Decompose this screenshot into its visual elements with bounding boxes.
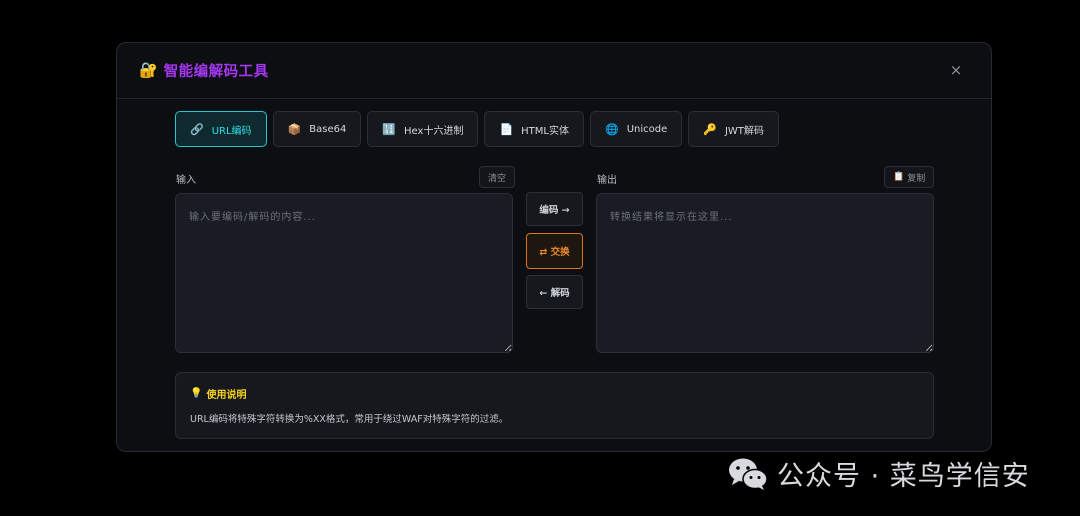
encoding-tabs: 🔗 URL编码 📦 Base64 🔢 Hex十六进制 📄 HTML实体 🌐 Un… (175, 111, 779, 147)
tab-jwt-decode[interactable]: 🔑 JWT解码 (688, 111, 779, 147)
lightbulb-icon: 💡 (190, 388, 203, 399)
input-textarea[interactable] (175, 193, 513, 353)
copy-button[interactable]: 📋 复制 (884, 166, 935, 188)
watermark: 公众号 · 菜鸟学信安 (727, 454, 1030, 493)
modal-header: 🔐 智能编解码工具 × (117, 43, 991, 99)
tab-base64[interactable]: 📦 Base64 (272, 111, 362, 147)
clear-button-label: 清空 (488, 173, 507, 184)
input-label: 输入 (176, 175, 196, 186)
encoder-modal: 🔐 智能编解码工具 × 🔗 URL编码 📦 Base64 🔢 Hex十六进制 📄… (116, 42, 992, 452)
copy-button-label: 复制 (907, 173, 926, 184)
usage-info-box: 💡 使用说明 URL编码将特殊字符转换为%XX格式，常用于绕过WAF对特殊字符的… (175, 372, 934, 439)
tab-label: URL编码 (211, 125, 252, 137)
tab-label: JWT解码 (724, 125, 764, 137)
output-label: 输出 (597, 175, 617, 186)
output-textarea[interactable] (596, 193, 934, 353)
globe-icon: 🌐 (604, 122, 619, 136)
package-icon: 📦 (287, 122, 302, 136)
info-description: URL编码将特殊字符转换为%XX格式，常用于绕过WAF对特殊字符的过滤。 (190, 414, 509, 425)
numbers-icon: 🔢 (382, 122, 397, 136)
tab-hex[interactable]: 🔢 Hex十六进制 (367, 111, 479, 147)
close-icon[interactable]: × (947, 61, 965, 79)
watermark-text: 公众号 · 菜鸟学信安 (777, 461, 1030, 492)
key-icon: 🔑 (703, 122, 717, 136)
tab-label: Base64 (309, 123, 347, 135)
encode-button[interactable]: 编码 → (526, 192, 583, 226)
clipboard-icon: 📋 (893, 172, 905, 182)
tab-url-encode[interactable]: 🔗 URL编码 (175, 111, 267, 147)
wechat-icon (729, 458, 768, 490)
info-title-text: 使用说明 (206, 390, 247, 401)
info-title: 💡 使用说明 (190, 386, 919, 401)
tab-unicode[interactable]: 🌐 Unicode (589, 111, 683, 147)
tab-label: HTML实体 (521, 125, 569, 137)
tab-html-entity[interactable]: 📄 HTML实体 (484, 111, 584, 147)
screen: 🔐 智能编解码工具 × 🔗 URL编码 📦 Base64 🔢 Hex十六进制 📄… (0, 0, 1080, 516)
modal-title: 智能编解码工具 (163, 64, 269, 80)
swap-button[interactable]: ⇄ 交换 (526, 233, 583, 269)
tab-label: Unicode (626, 123, 668, 135)
clear-button[interactable]: 清空 (479, 166, 516, 188)
link-icon: 🔗 (190, 122, 204, 136)
lock-icon: 🔐 (139, 61, 158, 79)
document-icon: 📄 (499, 122, 514, 136)
tab-label: Hex十六进制 (404, 125, 464, 137)
decode-button[interactable]: ← 解码 (526, 275, 583, 309)
